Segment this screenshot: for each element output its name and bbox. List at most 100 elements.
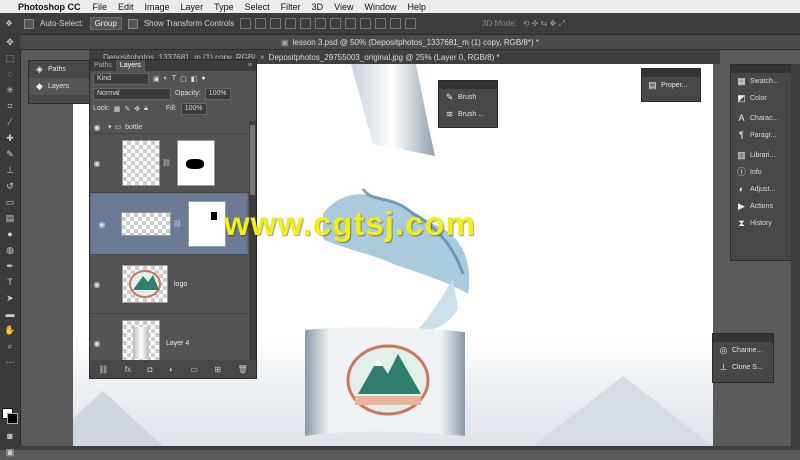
info-panel-button[interactable]: ⓘ Info [731,164,791,181]
document-tab-main[interactable]: ▣ lesson 3.psd @ 50% (Depositphotos_1337… [20,35,800,50]
color-panel-button[interactable]: ◩ Color [731,90,791,107]
hand-tool-icon[interactable]: ✋ [0,322,20,338]
transform-controls-checkbox[interactable] [127,18,138,29]
actions-panel-button[interactable]: ▶ Actions [731,198,791,215]
quick-mask-icon[interactable]: ◙ [0,428,20,444]
paths-panel-button[interactable]: ◈ Paths [29,61,89,78]
adjustment-layer-icon[interactable]: ◐ [169,365,174,374]
opacity-input[interactable]: 100% [204,87,231,100]
filter-shape-icon[interactable]: ▢ [180,75,187,83]
menu-file[interactable]: File [93,2,108,12]
clone-source-panel-button[interactable]: ⊥ Clone S... [713,359,773,376]
3d-mode-icons[interactable]: ⟲ ✣ ⇆ ✥ ⤢ [523,19,565,29]
filter-smart-icon[interactable]: ◧ [191,75,198,83]
trash-icon[interactable]: 🗑︎ [238,365,248,374]
clone-stamp-tool-icon[interactable]: ⊥ [0,162,20,178]
align-top-icon[interactable] [240,18,252,29]
lock-position-icon[interactable]: ✥ [134,105,140,113]
marquee-tool-icon[interactable]: ⬚ [0,50,20,66]
dodge-tool-icon[interactable]: ◍ [0,242,20,258]
chevron-down-icon[interactable]: ▾ [108,123,112,131]
filter-kind-dropdown[interactable]: Kind [93,72,149,85]
shape-tool-icon[interactable]: ▬ [0,306,20,322]
layer-row[interactable]: ◉ ⛓ [90,134,248,193]
filter-adjustment-icon[interactable]: ◐ [164,75,168,82]
zoom-tool-icon[interactable]: ⌕ [0,338,20,354]
menu-image[interactable]: Image [145,2,170,12]
swatches-panel-button[interactable]: ▦ Swatch... [731,73,791,90]
eye-icon[interactable]: ◉ [90,280,104,289]
brush-panel-button[interactable]: ✎ Brush [439,89,497,106]
distribute-left-icon[interactable] [375,18,387,29]
menu-view[interactable]: View [334,2,353,12]
tab-layers[interactable]: Layers [115,60,145,71]
adjustments-panel-button[interactable]: ◐ Adjust... [731,181,791,198]
align-middle-icon[interactable] [255,18,267,29]
new-group-icon[interactable]: ▭ [190,365,198,374]
eye-icon[interactable]: ◉ [90,159,104,168]
menu-filter[interactable]: Filter [281,2,301,12]
auto-select-dropdown[interactable]: Group [89,17,122,30]
gradient-tool-icon[interactable]: ▤ [0,210,20,226]
magic-wand-tool-icon[interactable]: ✳ [0,82,20,98]
brush-tool-icon[interactable]: ✎ [0,146,20,162]
paragraph-panel-button[interactable]: ¶ Paragr... [731,127,791,144]
layer-mask-thumbnail[interactable] [187,201,226,247]
blur-tool-icon[interactable]: ● [0,226,20,242]
filter-type-icon[interactable]: T [172,75,176,82]
fill-input[interactable]: 100% [180,102,207,115]
lasso-tool-icon[interactable]: ◌ [0,66,20,82]
align-center-icon[interactable] [300,18,312,29]
panel-menu-icon[interactable]: ≡ [248,62,256,69]
menu-layer[interactable]: Layer [181,2,204,12]
path-selection-tool-icon[interactable]: ➤ [0,290,20,306]
menu-select[interactable]: Select [245,2,270,12]
more-tools-icon[interactable]: ⋯ [0,354,20,370]
app-name[interactable]: Photoshop CC [18,2,81,12]
screen-mode-icon[interactable]: ▣ [0,444,20,460]
horizontal-scrollbar[interactable] [20,446,800,450]
vertical-scrollbar[interactable] [791,64,800,450]
filter-toggle-icon[interactable]: ● [201,75,205,82]
eye-icon[interactable]: ◉ [90,339,104,348]
healing-brush-tool-icon[interactable]: ✚ [0,130,20,146]
pen-tool-icon[interactable]: ✒ [0,258,20,274]
distribute-top-icon[interactable] [330,18,342,29]
auto-select-checkbox[interactable] [24,18,34,29]
document-tab-front[interactable]: × Depositphotos_29755003_original.jpg @ … [256,50,720,64]
character-panel-button[interactable]: A Charac... [731,110,791,127]
filter-pixel-icon[interactable]: ▣ [153,75,160,83]
move-tool-icon[interactable]: ✥ [0,34,20,50]
blend-mode-dropdown[interactable]: Normal [93,87,171,100]
link-layers-icon[interactable]: ⛓ [98,365,108,374]
eyedropper-tool-icon[interactable]: ⁄ [0,114,20,130]
properties-panel-button[interactable]: ▤ Proper... [642,77,700,94]
brush-presets-button[interactable]: ≋ Brush ... [439,106,497,123]
eraser-tool-icon[interactable]: ▭ [0,194,20,210]
history-brush-tool-icon[interactable]: ↺ [0,178,20,194]
background-color-swatch[interactable] [7,413,18,424]
new-layer-icon[interactable]: ⊞ [214,365,221,374]
lock-transparent-icon[interactable]: ▦ [114,105,121,113]
tab-paths[interactable]: Paths [90,62,116,69]
distribute-center-icon[interactable] [390,18,402,29]
add-mask-icon[interactable]: ◘ [148,365,153,374]
libraries-panel-button[interactable]: ▥ Librari... [731,147,791,164]
channels-panel-button[interactable]: ◎ Channe... [713,342,773,359]
align-left-icon[interactable] [285,18,297,29]
lock-all-icon[interactable]: 🔒︎ [144,105,148,113]
align-right-icon[interactable] [315,18,327,29]
menu-window[interactable]: Window [364,2,396,12]
eye-icon[interactable]: ◉ [90,123,104,132]
type-tool-icon[interactable]: T [0,274,20,290]
history-panel-button[interactable]: ⧗ History [731,215,791,232]
menu-3d[interactable]: 3D [312,2,324,12]
close-icon[interactable]: × [260,53,265,62]
menu-help[interactable]: Help [407,2,426,12]
move-tool-icon[interactable]: ✥ [0,19,18,28]
layer-row[interactable]: ◉ logo [90,255,248,314]
align-bottom-icon[interactable] [270,18,282,29]
lock-image-icon[interactable]: ✎ [124,105,130,113]
distribute-right-icon[interactable] [405,18,417,29]
menu-type[interactable]: Type [214,2,234,12]
